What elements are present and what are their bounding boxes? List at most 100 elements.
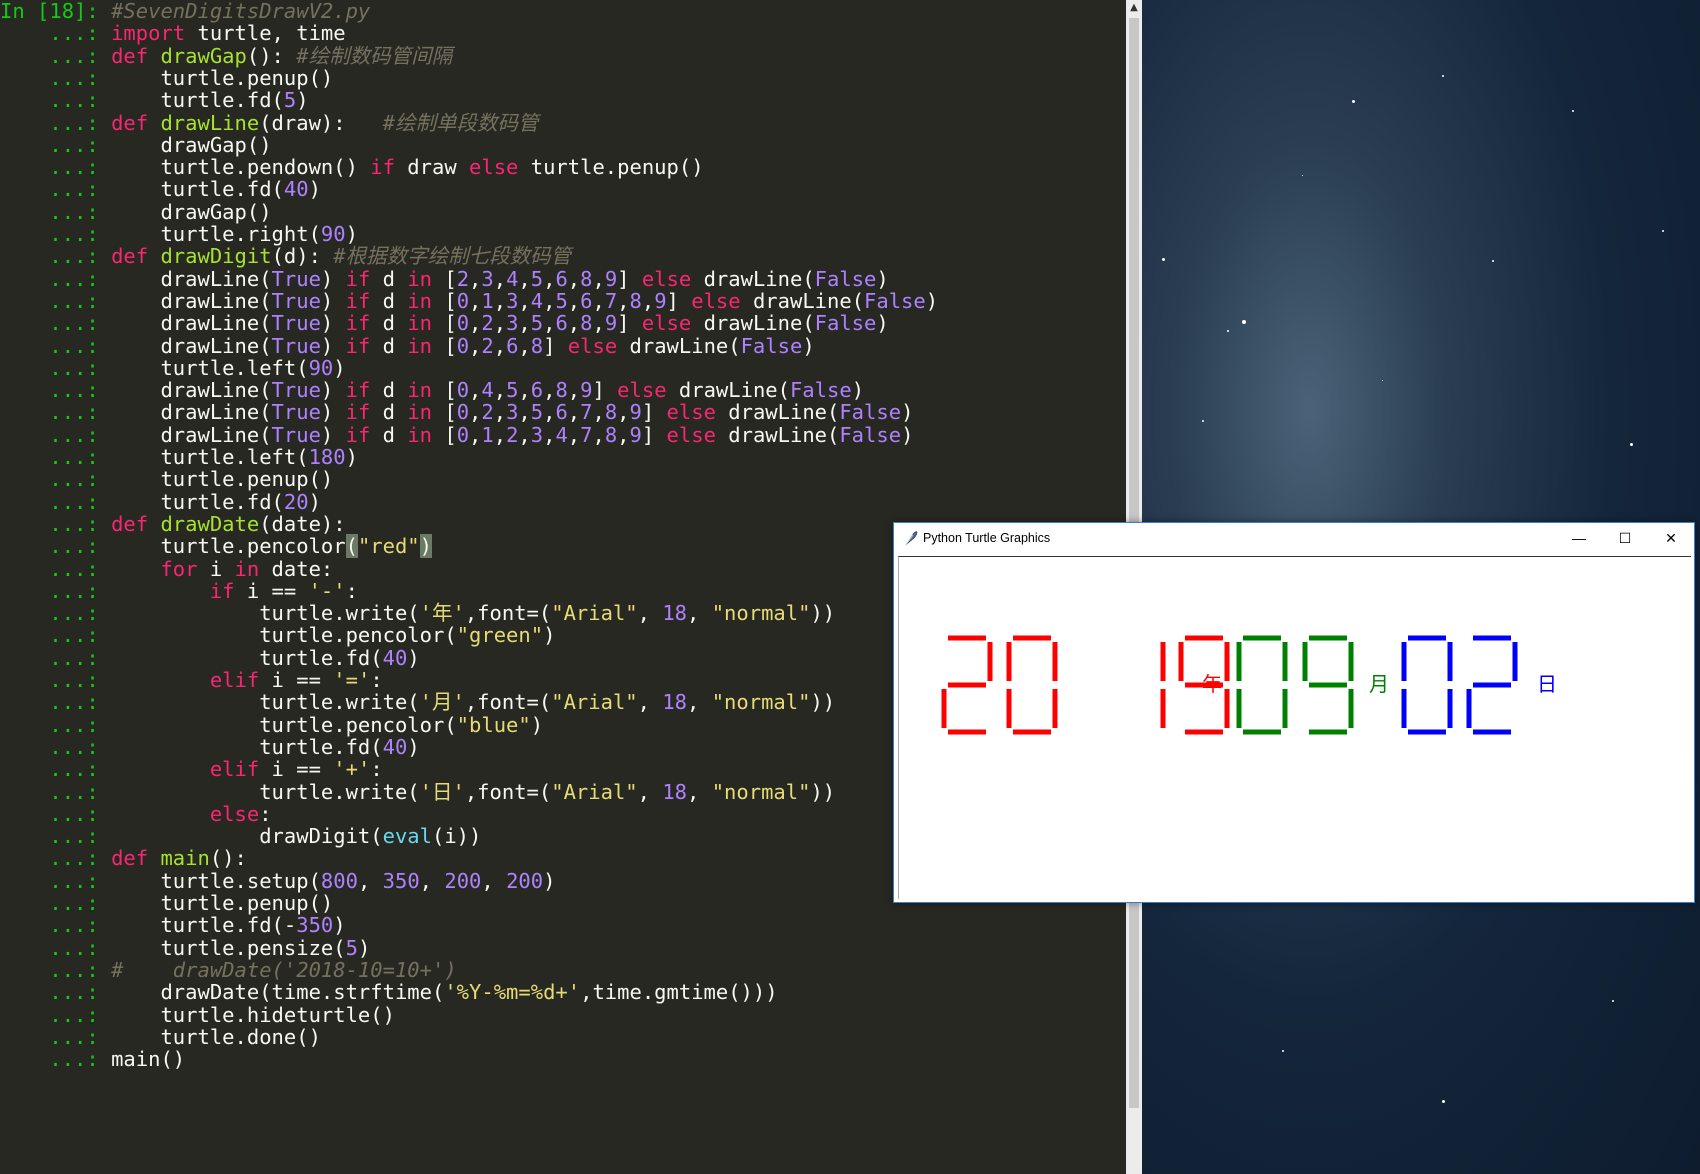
code-token: ,	[687, 779, 712, 804]
star	[1282, 1050, 1284, 1052]
line-prompt: ...:	[0, 311, 112, 336]
code-token: 2	[456, 266, 470, 291]
code-token: in	[407, 422, 433, 447]
code-token: def	[111, 244, 149, 269]
line-prompt: ...:	[0, 690, 112, 715]
code-token: d	[370, 311, 408, 336]
star	[1352, 100, 1355, 103]
code-token: 4	[530, 288, 544, 313]
code-token: 8	[530, 333, 544, 358]
code-line: ...: turtle.pensize(5)	[0, 936, 370, 960]
star	[1162, 258, 1165, 261]
code-line: ...: turtle.left(180)	[0, 445, 358, 469]
minimize-button[interactable]: —	[1556, 523, 1602, 554]
star	[1442, 1100, 1445, 1103]
code-token: '%Y-%m=%d+'	[444, 980, 581, 1005]
code-token: True	[271, 311, 321, 336]
line-prompt: ...:	[0, 1002, 112, 1027]
code-token: ,time.gmtime()))	[580, 980, 778, 1005]
code-token: drawLine(	[111, 311, 272, 336]
close-button[interactable]: ✕	[1648, 523, 1694, 554]
code-token: 0	[456, 311, 470, 336]
code-token: drawLine(	[111, 400, 272, 425]
code-line: ...: for i in date:	[0, 557, 333, 581]
code-token: ,	[567, 266, 581, 291]
code-token: date:	[259, 556, 334, 581]
code-line: ...: elif i == '+':	[0, 757, 382, 781]
code-token: drawDigit	[160, 244, 272, 269]
code-token: [	[432, 378, 457, 403]
code-token: turtle.fd(	[111, 177, 284, 202]
code-token: '年'	[419, 601, 465, 626]
code-line: ...: import turtle, time	[0, 21, 345, 45]
code-line: ...: turtle.hideturtle()	[0, 1003, 395, 1027]
code-token: :	[370, 668, 383, 692]
star	[1382, 380, 1383, 381]
maximize-button[interactable]: ☐	[1602, 523, 1648, 554]
code-line: ...: drawLine(True) if d in [0,4,5,6,8,9…	[0, 378, 864, 402]
code-token: turtle.fd(	[111, 645, 383, 670]
code-token: 180	[308, 445, 346, 469]
code-token: 90	[320, 222, 346, 246]
code-token: turtle.penup()	[518, 155, 704, 180]
code-token: ,	[493, 422, 507, 447]
code-token: True	[271, 288, 321, 313]
code-token: #绘制单段数码管	[382, 110, 539, 135]
code-token: ,font=(	[464, 690, 552, 715]
code-token: drawLine(	[617, 333, 741, 358]
turtle-canvas: 年月日	[898, 556, 1691, 899]
code-token: d	[370, 400, 408, 425]
code-token: "green"	[456, 623, 544, 648]
code-token: ,	[469, 400, 482, 425]
code-token: )	[901, 400, 914, 425]
code-token: 18	[662, 779, 688, 804]
code-token: True	[271, 378, 321, 403]
code-token: "normal"	[711, 779, 811, 804]
code-token: False	[740, 333, 803, 358]
code-token: ,	[543, 400, 556, 425]
code-token: else	[209, 801, 260, 826]
code-token: "red"	[357, 534, 420, 559]
code-token: 9	[604, 311, 618, 336]
code-token: False	[789, 378, 852, 403]
code-token: 0	[456, 422, 470, 447]
seven-segment-date-display: 年月日	[941, 635, 1557, 735]
line-prompt: ...:	[0, 556, 112, 581]
code-token: 5	[555, 288, 568, 313]
code-token: "normal"	[711, 690, 811, 715]
code-line: ...: drawLine(True) if d in [0,2,3,5,6,7…	[0, 400, 913, 424]
code-token: )	[851, 378, 865, 403]
code-token: 6	[555, 400, 568, 425]
line-prompt: ...:	[0, 222, 112, 246]
code-token: ]	[617, 311, 642, 336]
code-token: drawGap()	[111, 132, 272, 157]
code-token: else	[691, 288, 741, 313]
code-line: ...: drawLine(True) if d in [0,1,2,3,4,7…	[0, 423, 913, 447]
code-line: ...: turtle.penup()	[0, 66, 333, 90]
code-token: False	[814, 311, 877, 336]
code-token: def	[111, 43, 149, 68]
code-token: drawDigit(	[111, 824, 383, 849]
line-prompt: In [18]:	[0, 0, 112, 23]
code-token: True	[271, 422, 321, 447]
scroll-up-arrow-icon[interactable]: ▲	[1126, 0, 1142, 16]
code-line: ...: turtle.penup()	[0, 467, 333, 491]
code-token: 350	[382, 868, 420, 893]
code-token: ,	[469, 333, 482, 358]
line-prompt: ...:	[0, 868, 112, 893]
window-titlebar[interactable]: Python Turtle Graphics — ☐ ✕	[894, 523, 1694, 554]
code-token: turtle.pencolor(	[111, 623, 457, 648]
code-token: else	[641, 266, 692, 291]
code-token: turtle.penup()	[111, 891, 334, 915]
code-token: 4	[555, 422, 568, 447]
line-prompt: ...:	[0, 601, 112, 626]
star	[1630, 443, 1633, 446]
turtle-graphics-window[interactable]: Python Turtle Graphics — ☐ ✕ 年 月 日	[893, 522, 1695, 903]
star	[1302, 175, 1303, 176]
code-token: in	[407, 288, 433, 313]
code-token: 3	[481, 266, 494, 291]
line-prompt: ...:	[0, 734, 112, 759]
code-token: 0	[456, 333, 470, 358]
code-token: drawLine(	[740, 288, 865, 313]
